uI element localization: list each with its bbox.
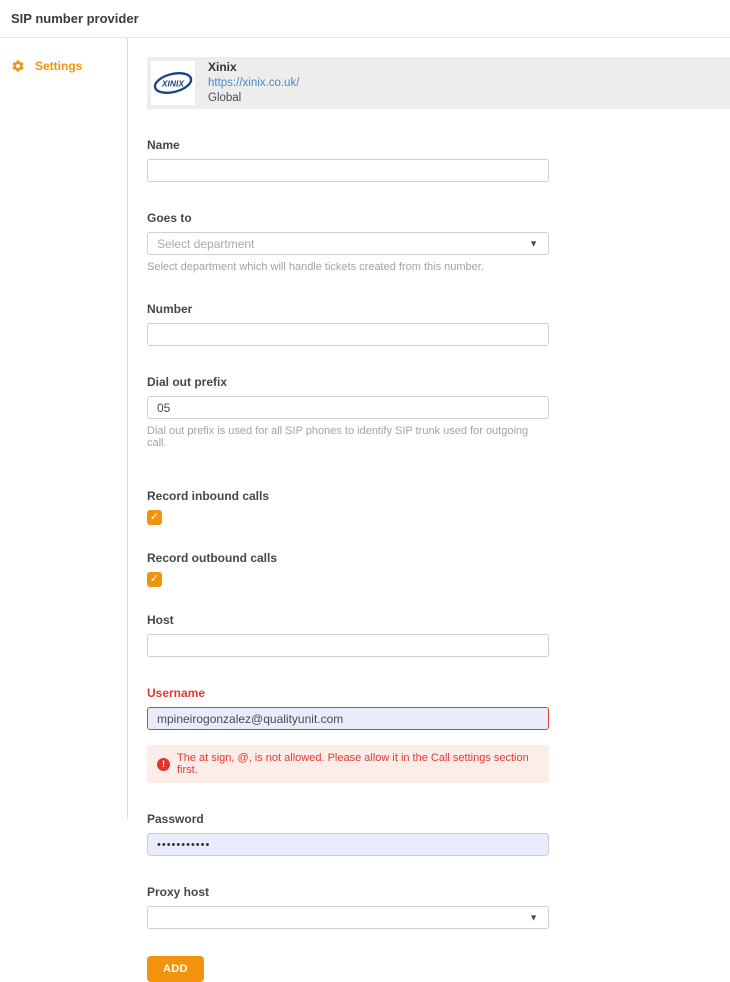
add-button[interactable]: ADD — [147, 956, 204, 982]
dial-out-prefix-field-group: Dial out prefix Dial out prefix is used … — [147, 375, 549, 449]
xinix-logo-text: XINIX — [161, 79, 186, 89]
provider-url-link[interactable]: https://xinix.co.uk/ — [208, 76, 299, 91]
dial-out-prefix-label: Dial out prefix — [147, 375, 549, 389]
record-inbound-group: Record inbound calls ✓ — [147, 489, 549, 525]
name-field-group: Name — [147, 138, 549, 182]
username-error-message: The at sign, @, is not allowed. Please a… — [177, 752, 539, 776]
sip-provider-form: Name Goes to Select department ▼ Select … — [147, 138, 549, 982]
gear-icon — [11, 59, 25, 73]
proxy-host-field-group: Proxy host ▼ — [147, 885, 549, 929]
dial-out-prefix-input[interactable] — [147, 396, 549, 419]
proxy-host-select[interactable]: ▼ — [147, 906, 549, 929]
sidebar-item-label: Settings — [35, 59, 82, 73]
provider-logo: XINIX — [151, 61, 195, 105]
record-inbound-label: Record inbound calls — [147, 489, 549, 503]
host-field-group: Host — [147, 613, 549, 657]
provider-region: Global — [208, 91, 299, 106]
chevron-down-icon: ▼ — [529, 912, 538, 922]
password-field-group: Password — [147, 812, 549, 856]
host-label: Host — [147, 613, 549, 627]
goes-to-placeholder: Select department — [157, 237, 254, 251]
number-input[interactable] — [147, 323, 549, 346]
username-field-group: Username ! The at sign, @, is not allowe… — [147, 686, 549, 783]
error-icon: ! — [157, 758, 170, 771]
record-outbound-checkbox[interactable]: ✓ — [147, 572, 162, 587]
record-inbound-checkbox[interactable]: ✓ — [147, 510, 162, 525]
goes-to-helper-text: Select department which will handle tick… — [147, 261, 549, 273]
dial-out-prefix-helper-text: Dial out prefix is used for all SIP phon… — [147, 425, 549, 449]
number-label: Number — [147, 302, 549, 316]
sidebar: Settings — [0, 38, 128, 819]
checkmark-icon: ✓ — [150, 574, 159, 585]
username-error: ! The at sign, @, is not allowed. Please… — [147, 745, 549, 783]
goes-to-select[interactable]: Select department ▼ — [147, 232, 549, 255]
page-title: SIP number provider — [11, 11, 139, 26]
sidebar-item-settings[interactable]: Settings — [0, 55, 127, 77]
record-outbound-label: Record outbound calls — [147, 551, 549, 565]
username-label: Username — [147, 686, 549, 700]
proxy-host-label: Proxy host — [147, 885, 549, 899]
provider-card: XINIX Xinix https://xinix.co.uk/ Global — [147, 57, 730, 109]
password-input[interactable] — [147, 833, 549, 856]
name-label: Name — [147, 138, 549, 152]
provider-name: Xinix — [208, 60, 299, 76]
main-content: XINIX Xinix https://xinix.co.uk/ Global … — [128, 38, 730, 819]
username-input[interactable] — [147, 707, 549, 730]
goes-to-label: Goes to — [147, 211, 549, 225]
name-input[interactable] — [147, 159, 549, 182]
page-header: SIP number provider — [0, 0, 730, 38]
number-field-group: Number — [147, 302, 549, 346]
record-outbound-group: Record outbound calls ✓ — [147, 551, 549, 587]
password-label: Password — [147, 812, 549, 826]
host-input[interactable] — [147, 634, 549, 657]
xinix-logo-icon: XINIX — [152, 68, 194, 98]
goes-to-field-group: Goes to Select department ▼ Select depar… — [147, 211, 549, 273]
chevron-down-icon: ▼ — [529, 238, 538, 248]
checkmark-icon: ✓ — [150, 512, 159, 523]
